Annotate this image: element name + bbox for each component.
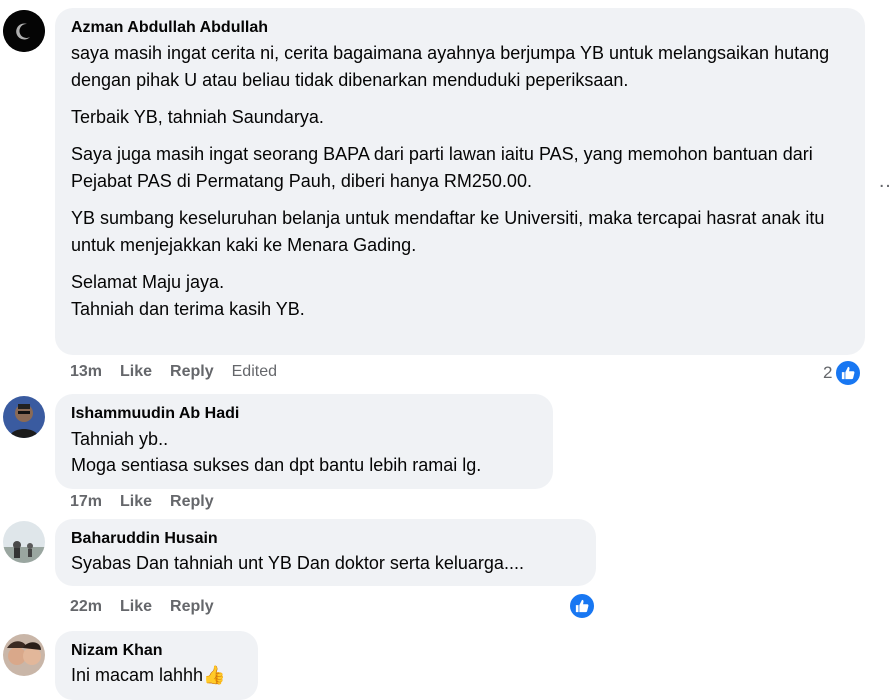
moon-icon — [3, 10, 45, 52]
avatar-azman[interactable] — [3, 10, 45, 52]
comment-bubble-ishammuudin: Ishammuudin Ab Hadi Tahniah yb.. Moga se… — [55, 394, 553, 489]
like-button[interactable]: Like — [120, 363, 152, 381]
user-photo-icon — [3, 634, 45, 676]
reaction-summary[interactable]: 2 — [823, 359, 863, 387]
comment-actions: 22m Like Reply — [70, 596, 232, 618]
comment-timestamp[interactable]: 13m — [70, 363, 102, 381]
like-button[interactable]: Like — [120, 598, 152, 616]
reaction-count: 2 — [823, 363, 833, 382]
like-reaction-icon — [568, 592, 596, 620]
comment-paragraph: Saya juga masih ingat seorang BAPA dari … — [71, 144, 813, 191]
reply-button[interactable]: Reply — [170, 363, 214, 381]
comment-author[interactable]: Ishammuudin Ab Hadi — [71, 404, 537, 424]
comment-timestamp[interactable]: 17m — [70, 493, 102, 511]
comment-actions: 17m Like Reply — [70, 491, 232, 513]
reaction-summary[interactable] — [568, 592, 596, 620]
comment-paragraph: Syabas Dan tahniah unt YB Dan doktor ser… — [71, 553, 524, 573]
comment-paragraph: saya masih ingat cerita ni, cerita bagai… — [71, 43, 830, 90]
comment-timestamp[interactable]: 22m — [70, 598, 102, 616]
comment-author[interactable]: Nizam Khan — [71, 641, 242, 661]
comment-paragraph: Ini macam lahhh👍 — [71, 665, 226, 685]
more-options-icon[interactable]: … — [878, 170, 892, 193]
comment-bubble-azman: Azman Abdullah Abdullah saya masih ingat… — [55, 8, 865, 355]
avatar-nizam[interactable] — [3, 634, 45, 676]
avatar-ishammuudin[interactable] — [3, 396, 45, 438]
user-photo-icon — [3, 396, 45, 438]
user-photo-icon — [3, 521, 45, 563]
reply-button[interactable]: Reply — [170, 493, 214, 511]
comment-paragraph: Selamat Maju jaya. Tahniah dan terima ka… — [71, 272, 305, 319]
comment-author[interactable]: Azman Abdullah Abdullah — [71, 18, 849, 38]
comment-bubble-nizam: Nizam Khan Ini macam lahhh👍 — [55, 631, 258, 700]
comment-author[interactable]: Baharuddin Husain — [71, 529, 580, 549]
comment-paragraph: Tahniah yb.. Moga sentiasa sukses dan dp… — [71, 429, 482, 475]
reply-button[interactable]: Reply — [170, 598, 214, 616]
comment-paragraph: Terbaik YB, tahniah Saundarya. — [71, 107, 324, 127]
like-reaction-icon — [834, 359, 863, 387]
comment-paragraph: YB sumbang keseluruhan belanja untuk men… — [71, 208, 825, 255]
comment-body: saya masih ingat cerita ni, cerita bagai… — [71, 40, 849, 323]
comment-actions: 13m Like Reply Edited — [70, 361, 295, 383]
comment-bubble-baharuddin: Baharuddin Husain Syabas Dan tahniah unt… — [55, 519, 596, 586]
edited-label: Edited — [231, 363, 277, 380]
avatar-baharuddin[interactable] — [3, 521, 45, 563]
like-button[interactable]: Like — [120, 493, 152, 511]
